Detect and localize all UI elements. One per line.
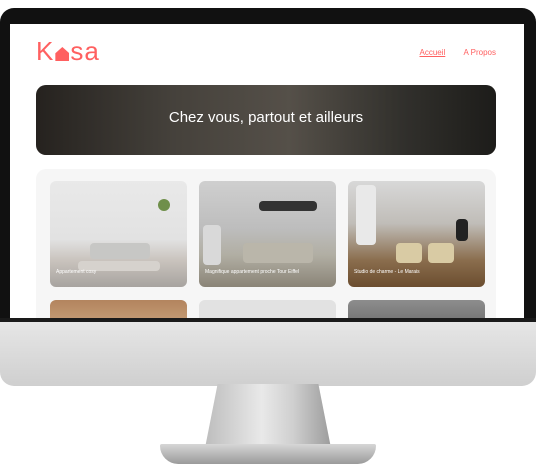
armchair-shape <box>428 243 454 263</box>
listing-card[interactable] <box>348 300 485 318</box>
sofa-shape <box>90 243 150 259</box>
hero-banner: Chez vous, partout et ailleurs <box>36 85 496 155</box>
logo-text-start: K <box>36 36 55 66</box>
listing-title: Studio de charme - Le Marais <box>354 269 420 275</box>
nav-link-home[interactable]: Accueil <box>420 48 446 57</box>
screen: Ksa Accueil A Propos Chez vous, partout … <box>10 24 524 318</box>
listing-title: Magnifique appartement proche Tour Eiffe… <box>205 269 300 275</box>
listing-card[interactable] <box>199 300 336 318</box>
wall-art-shape <box>259 201 317 211</box>
nav-link-about[interactable]: A Propos <box>464 48 496 57</box>
plant-shape <box>158 199 170 211</box>
window-shape <box>356 185 376 245</box>
listing-card[interactable]: Appartement cosy <box>50 181 187 287</box>
banner-title: Chez vous, partout et ailleurs <box>168 109 364 126</box>
monitor: Ksa Accueil A Propos Chez vous, partout … <box>0 8 536 386</box>
armchair-shape <box>396 243 422 263</box>
main-nav: Accueil A Propos <box>404 48 497 57</box>
tv-shape <box>456 219 468 241</box>
listings-gallery: Appartement cosy Magnifique appartement … <box>36 169 496 318</box>
monitor-bezel: Ksa Accueil A Propos Chez vous, partout … <box>0 8 536 318</box>
monitor-stand-neck <box>205 384 331 448</box>
door-shape <box>203 225 221 265</box>
site-header: Ksa Accueil A Propos <box>10 24 524 74</box>
logo[interactable]: Ksa <box>36 36 100 67</box>
listing-card[interactable]: Magnifique appartement proche Tour Eiffe… <box>199 181 336 287</box>
house-icon <box>55 47 70 61</box>
listing-card[interactable] <box>50 300 187 318</box>
monitor-chin <box>0 318 536 386</box>
listing-card[interactable]: Studio de charme - Le Marais <box>348 181 485 287</box>
monitor-stand-base <box>160 444 376 464</box>
sofa-shape <box>243 243 313 263</box>
logo-text-end: sa <box>70 36 100 66</box>
listing-title: Appartement cosy <box>56 269 97 275</box>
